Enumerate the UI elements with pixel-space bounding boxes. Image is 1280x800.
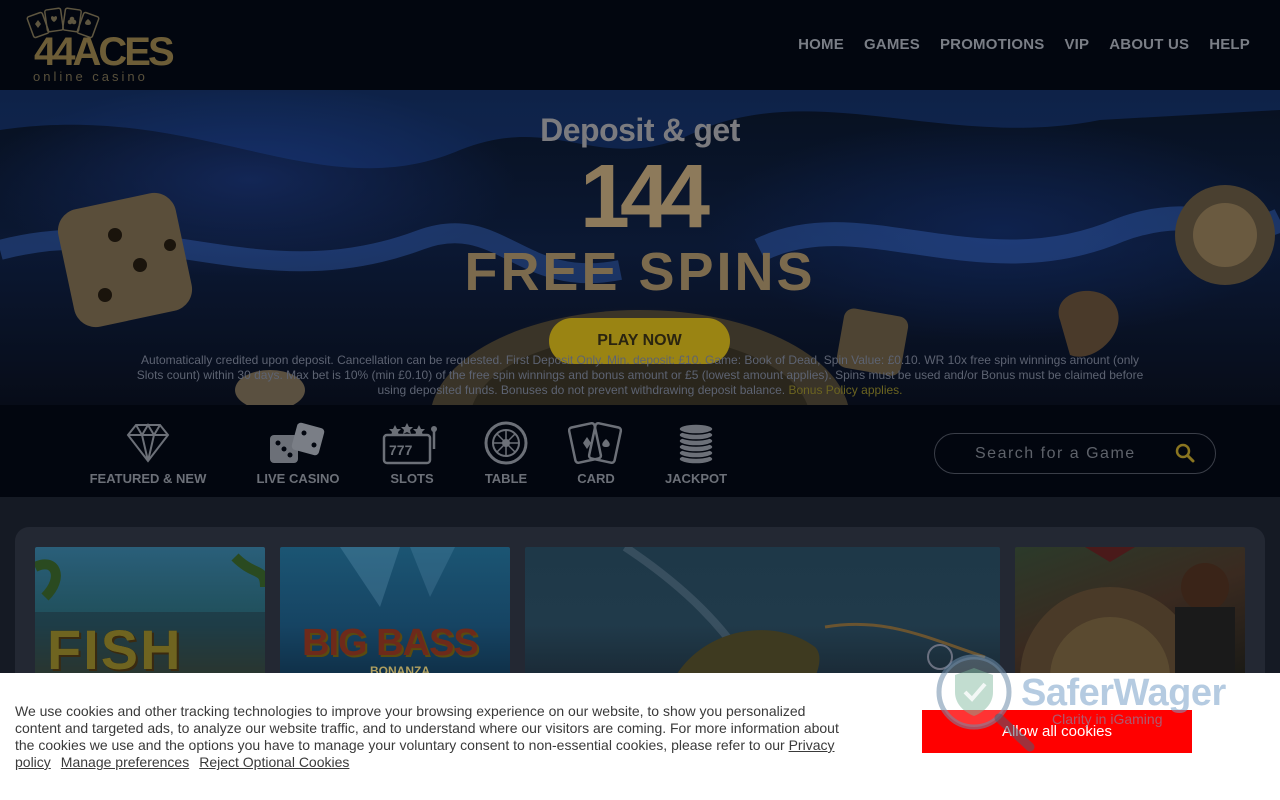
search-input[interactable]: [975, 443, 1165, 465]
site-header: 44ACES online casino HOME GAMES PROMOTIO…: [0, 0, 1280, 90]
hero-terms: Automatically credited upon deposit. Can…: [130, 353, 1150, 398]
category-label: CARD: [577, 471, 615, 486]
category-label: SLOTS: [390, 471, 434, 486]
reject-optional-cookies-link[interactable]: Reject Optional Cookies: [199, 754, 349, 770]
category-table[interactable]: TABLE: [478, 421, 534, 486]
game-thumbnail: [622, 547, 986, 677]
category-label: JACKPOT: [664, 471, 728, 486]
logo-subtitle: online casino: [33, 69, 148, 84]
manage-preferences-link[interactable]: Manage preferences: [61, 754, 189, 770]
roulette-icon: [484, 421, 528, 465]
cookie-banner: We use cookies and other tracking techno…: [0, 673, 1280, 800]
nav-help[interactable]: HELP: [1209, 36, 1250, 53]
allow-all-cookies-button[interactable]: Allow all cookies: [922, 710, 1192, 753]
category-bar: FEATURED & NEW LIVE CASINO 777 SLOTS TAB…: [0, 405, 1280, 497]
bonus-policy-link[interactable]: Bonus Policy applies.: [788, 383, 902, 397]
category-card[interactable]: CARD: [566, 421, 626, 486]
hero-banner: Deposit & get 144 FREE SPINS PLAY NOW Au…: [0, 90, 1280, 405]
game-tile[interactable]: [525, 547, 1000, 677]
dice-icon: [270, 422, 325, 463]
nav-home[interactable]: HOME: [798, 36, 844, 53]
category-jackpot[interactable]: JACKPOT: [664, 421, 728, 486]
nav-about-us[interactable]: ABOUT US: [1109, 36, 1189, 53]
category-label: FEATURED & NEW: [89, 471, 207, 486]
hero-headline: Deposit & get: [540, 112, 740, 148]
search-icon[interactable]: [1175, 443, 1195, 463]
cookie-message: We use cookies and other tracking techno…: [15, 703, 855, 771]
game-title: FISH: [47, 618, 183, 677]
category-live-casino[interactable]: LIVE CASINO: [248, 421, 348, 486]
game-tile[interactable]: FISH: [35, 547, 265, 677]
category-slots[interactable]: 777 SLOTS: [382, 421, 442, 486]
category-label: TABLE: [484, 471, 528, 486]
chip-stack-icon: [678, 423, 714, 465]
cookie-text: We use cookies and other tracking techno…: [15, 703, 839, 753]
game-tile[interactable]: [1015, 547, 1245, 677]
site-logo[interactable]: 44ACES online casino: [24, 6, 189, 84]
game-tile[interactable]: BIG BASS BONANZA: [280, 547, 510, 677]
cards-icon: [568, 421, 623, 465]
hero-subheadline: FREE SPINS: [464, 242, 816, 302]
category-label: LIVE CASINO: [256, 471, 340, 486]
main-nav: HOME GAMES PROMOTIONS VIP ABOUT US HELP: [798, 36, 1250, 53]
game-thumbnail: [1020, 547, 1235, 677]
game-search[interactable]: [934, 433, 1216, 474]
logo-wordmark: 44ACES: [34, 30, 175, 74]
hero-spins-number: 144: [579, 147, 710, 247]
game-title: BIG BASS: [302, 622, 479, 664]
nav-games[interactable]: GAMES: [864, 36, 920, 53]
nav-vip[interactable]: VIP: [1064, 36, 1089, 53]
diamond-icon: [126, 423, 170, 463]
svg-text:777: 777: [389, 442, 413, 458]
terms-text: Automatically credited upon deposit. Can…: [136, 353, 1144, 397]
category-featured-new[interactable]: FEATURED & NEW: [88, 421, 208, 486]
slot-machine-icon: 777: [382, 423, 437, 465]
nav-promotions[interactable]: PROMOTIONS: [940, 36, 1045, 53]
